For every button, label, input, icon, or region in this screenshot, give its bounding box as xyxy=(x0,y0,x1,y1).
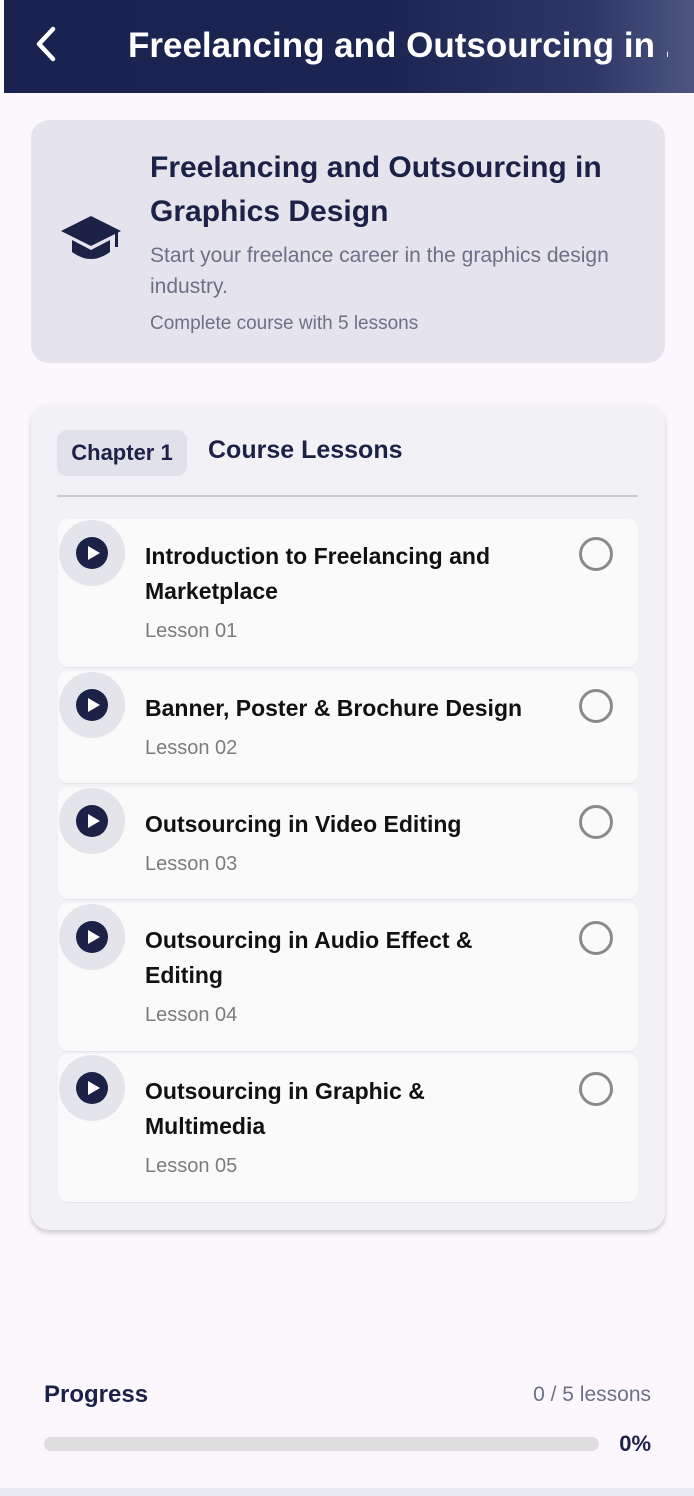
lesson-complete-radio[interactable] xyxy=(579,537,613,571)
course-lesson-count: Complete course with 5 lessons xyxy=(150,313,419,334)
lessons-card: Chapter 1 Course Lessons Introduction to… xyxy=(31,404,665,1230)
play-button[interactable] xyxy=(59,788,125,854)
page-title: Freelancing and Outsourcing in ... xyxy=(128,26,668,65)
divider xyxy=(57,495,638,497)
play-icon xyxy=(76,921,108,953)
course-screen: Freelancing and Outsourcing in ... Freel… xyxy=(0,0,694,1488)
progress-percent: 0% xyxy=(619,1431,651,1456)
play-button[interactable] xyxy=(59,672,125,738)
play-icon xyxy=(76,805,108,837)
lesson-item[interactable]: Banner, Poster & Brochure Design Lesson … xyxy=(58,671,638,783)
lesson-number: Lesson 03 xyxy=(145,853,238,875)
play-icon xyxy=(76,689,108,721)
lesson-title: Outsourcing in Video Editing xyxy=(145,811,462,837)
play-button[interactable] xyxy=(59,904,125,970)
lesson-title: Outsourcing in Audio Effect & Editing xyxy=(145,927,473,988)
chapter-chip: Chapter 1 xyxy=(57,430,187,476)
lesson-complete-radio[interactable] xyxy=(579,921,613,955)
app-bar: Freelancing and Outsourcing in ... xyxy=(0,0,694,93)
lesson-complete-radio[interactable] xyxy=(579,689,613,723)
lesson-complete-radio[interactable] xyxy=(579,805,613,839)
lesson-item[interactable]: Outsourcing in Video Editing Lesson 03 xyxy=(58,787,638,899)
course-description: Start your freelance career in the graph… xyxy=(150,244,609,298)
play-icon xyxy=(76,537,108,569)
lesson-number: Lesson 05 xyxy=(145,1155,238,1177)
lesson-item[interactable]: Introduction to Freelancing and Marketpl… xyxy=(58,519,638,667)
lesson-title: Banner, Poster & Brochure Design xyxy=(145,695,523,721)
lesson-number: Lesson 01 xyxy=(145,620,238,642)
progress-label: Progress xyxy=(44,1381,149,1408)
play-button[interactable] xyxy=(59,1055,125,1121)
progress-count: 0 / 5 lessons xyxy=(533,1383,651,1406)
play-icon xyxy=(76,1072,108,1104)
play-button[interactable] xyxy=(59,520,125,586)
course-info-card: Freelancing and Outsourcing in Graphics … xyxy=(31,120,665,363)
course-title: Freelancing and Outsourcing in Graphics … xyxy=(150,151,602,228)
lesson-number: Lesson 04 xyxy=(145,1004,238,1026)
chevron-left-icon xyxy=(34,26,58,67)
lessons-heading: Course Lessons xyxy=(208,436,403,464)
lesson-title: Outsourcing in Graphic & Multimedia xyxy=(145,1078,425,1139)
lesson-number: Lesson 02 xyxy=(145,737,238,759)
lesson-complete-radio[interactable] xyxy=(579,1072,613,1106)
lesson-item[interactable]: Outsourcing in Graphic & Multimedia Less… xyxy=(58,1054,638,1202)
back-button[interactable] xyxy=(28,26,64,66)
graduation-cap-icon xyxy=(59,214,123,270)
lesson-title: Introduction to Freelancing and Marketpl… xyxy=(145,543,490,604)
progress-bar xyxy=(44,1437,599,1451)
lesson-item[interactable]: Outsourcing in Audio Effect & Editing Le… xyxy=(58,903,638,1051)
